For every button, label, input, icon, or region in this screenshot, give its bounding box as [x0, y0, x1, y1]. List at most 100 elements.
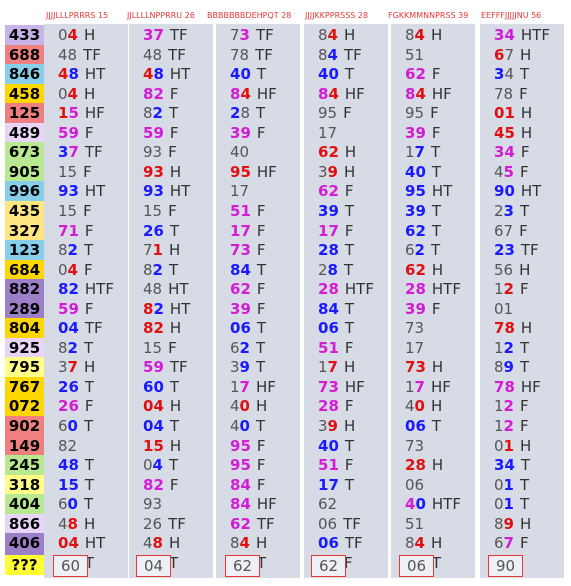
cell: 04 H — [58, 84, 95, 104]
answer-input-box[interactable]: 60 — [53, 555, 88, 577]
cell-digit-2: 3 — [68, 182, 79, 201]
cell-digit-2: 9 — [415, 201, 426, 220]
cell: 60 T — [143, 377, 179, 397]
cell: 45 F — [494, 162, 529, 182]
row-id: 404 — [5, 494, 44, 515]
cell-digit-1: 9 — [143, 162, 154, 181]
cell-digit-1: 1 — [318, 123, 328, 142]
puzzle-board: JJJJLLLPRRRS 15 JJLLLLNPPRRU 26 BBBBBBBDEH… — [0, 0, 571, 586]
cell-tag: F — [256, 475, 266, 494]
cell-digit-2: 8 — [152, 534, 163, 553]
cell: 84 H — [405, 25, 442, 45]
cell-tag: T — [430, 241, 441, 260]
cell-digit-1: 4 — [494, 162, 504, 181]
cell: 82 T — [143, 260, 178, 280]
cell-digit-1: 3 — [405, 299, 416, 318]
cell-digit-2: 9 — [503, 358, 514, 377]
cell-tag: HT — [84, 182, 106, 201]
cell-digit-1: 0 — [143, 397, 154, 416]
cell-tag: H — [83, 514, 96, 533]
cell: 93 — [143, 494, 168, 514]
cell: 40 T — [230, 64, 266, 84]
cell-digit-2: 4 — [68, 319, 79, 338]
cell: 06 T — [405, 416, 441, 436]
cell: 17F — [230, 221, 266, 241]
cell: 60 T — [58, 416, 93, 436]
cell: 73 — [405, 436, 430, 456]
row-id: 882 — [5, 279, 44, 300]
cell-digit-2: 4 — [239, 534, 250, 553]
cell-digit-1: 2 — [318, 241, 329, 260]
answer-input-box[interactable]: 90 — [488, 555, 523, 577]
cell-digit-2: 5 — [415, 182, 426, 201]
cell-tag: F — [343, 104, 352, 123]
cell: 17 T — [318, 475, 354, 495]
cell-digit-1: 4 — [230, 417, 240, 435]
cell-tag: F — [256, 280, 266, 299]
cell-digit-2: 9 — [239, 358, 250, 377]
cell-digit-1: 8 — [405, 84, 416, 103]
cell: 95 HF — [230, 162, 277, 182]
cell-tag: F — [344, 221, 354, 240]
cell-tag: H — [344, 143, 357, 162]
cell-tag: T — [344, 475, 355, 494]
cell-digit-2: 8 — [328, 241, 339, 260]
cell-digit-1: 6 — [318, 182, 329, 201]
cell: 39 H — [318, 416, 355, 436]
cell-tag: H — [343, 162, 356, 181]
cell-tag: T — [519, 201, 530, 220]
cell-digit-1: 9 — [318, 104, 328, 123]
answer-input-box[interactable]: 62 — [225, 555, 260, 577]
answer-input-box[interactable]: 62 — [311, 555, 346, 577]
cell-tag: HT — [84, 65, 106, 84]
cell: 84 HF — [230, 84, 277, 104]
cell: 15 H — [143, 436, 181, 456]
cell-digit-1: 6 — [143, 377, 154, 396]
cell-digit-2: 4 — [240, 260, 251, 279]
cell-tag: T — [519, 358, 530, 377]
cell-digit-2: 8 — [153, 65, 164, 84]
cell-digit-1: 8 — [58, 280, 69, 299]
cell-digit-1: 4 — [58, 65, 69, 84]
cell-digit-2: 2 — [503, 397, 514, 416]
cell-tag: F — [84, 397, 94, 416]
cell-tag: H — [519, 260, 531, 279]
cell-digit-1: 9 — [58, 182, 69, 201]
cell-tag: H — [519, 514, 532, 533]
cell: 06 T — [318, 318, 354, 338]
answer-input-box[interactable]: 04 — [136, 555, 171, 577]
cell: 17 H — [318, 357, 355, 377]
cell-digit-2: 6 — [240, 319, 251, 338]
cell-digit-1: 5 — [58, 299, 69, 318]
cell-digit-2: 7 — [239, 182, 250, 201]
cell-digit-2: 3 — [153, 182, 164, 201]
cell-digit-2: 2 — [153, 319, 164, 338]
cell-digit-1: 4 — [58, 456, 69, 475]
answer-input-box[interactable]: 06 — [399, 555, 434, 577]
cell-digit-2: 3 — [153, 162, 164, 181]
cell-digit-1: 8 — [405, 534, 415, 553]
column-header-6: EEFFFJJJJJNU 56 — [481, 11, 542, 20]
cell-digit-1: 9 — [143, 143, 153, 162]
cell-digit-1: 1 — [58, 162, 68, 181]
cell-digit-1: 0 — [405, 475, 415, 494]
cell-digit-1: 1 — [494, 338, 504, 357]
cell-tag: F — [520, 143, 530, 162]
cell: 73 TF — [230, 25, 274, 45]
cell-digit-2: 4 — [504, 143, 515, 162]
cell-digit-1: 3 — [494, 456, 505, 475]
cell: 37 TF — [143, 25, 188, 45]
cell-digit-1: 2 — [58, 397, 69, 416]
cell-digit-2: 5 — [68, 104, 79, 123]
cell-digit-1: 3 — [318, 417, 328, 435]
cell-tag: F — [431, 299, 441, 318]
cell-digit-1: 7 — [494, 319, 505, 338]
cell-digit-1: 2 — [143, 221, 154, 240]
cell: 15 F — [143, 338, 177, 358]
cell-tag: H — [520, 123, 533, 142]
cell-tag: HTF — [84, 280, 114, 299]
cell-digit-2: 1 — [328, 338, 339, 357]
cell-digit-2: 1 — [503, 475, 514, 494]
cell-tag: F — [256, 201, 266, 220]
cell: 51 — [405, 45, 430, 65]
